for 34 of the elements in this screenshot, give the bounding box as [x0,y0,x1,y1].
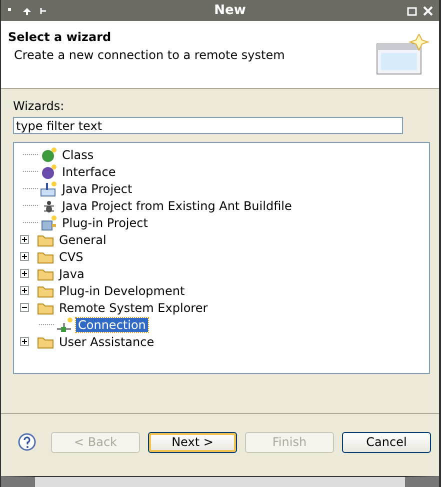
connection-icon [56,316,74,332]
tree-item[interactable]: Class [60,148,96,162]
close-icon[interactable] [423,6,433,16]
filter-field[interactable]: type filter text [13,117,403,134]
maximize-icon[interactable] [407,6,417,16]
help-icon[interactable] [18,433,36,451]
tree-item[interactable]: Remote System Explorer [57,300,210,314]
expand-toggle[interactable] [20,252,29,261]
project-icon [40,180,58,196]
tree-item[interactable]: Plug-in Development [57,284,187,298]
tree-item[interactable]: Plug-in Project [60,216,150,230]
tree-item[interactable]: CVS [57,250,86,264]
tree-item[interactable]: User Assistance [57,334,156,348]
window-title: New [213,3,247,18]
class-icon [40,146,58,162]
wizards-label: Wizards: [13,99,66,113]
page-title: Select a wizard [8,30,112,44]
dialog-button[interactable]: Next > [148,432,237,452]
dialog-button[interactable]: Cancel [342,432,431,452]
tree-item[interactable]: General [57,232,108,246]
tree-item[interactable]: Java [57,266,86,280]
tree-item[interactable]: Interface [60,164,118,178]
expand-toggle[interactable] [20,286,29,295]
collapse-toggle[interactable] [20,303,29,312]
page-description: Create a new connection to a remote system [13,48,285,62]
tree-item[interactable]: Java Project from Existing Ant Buildfile [60,198,294,212]
expand-toggle[interactable] [20,269,29,278]
tree-item[interactable]: Java Project [60,182,134,196]
expand-toggle[interactable] [20,337,29,346]
plugin-icon [40,214,58,230]
expand-toggle[interactable] [20,235,29,244]
tree-item[interactable]: Connection [76,318,148,332]
interface-icon [40,164,58,180]
scroll-bar[interactable] [1,476,439,487]
